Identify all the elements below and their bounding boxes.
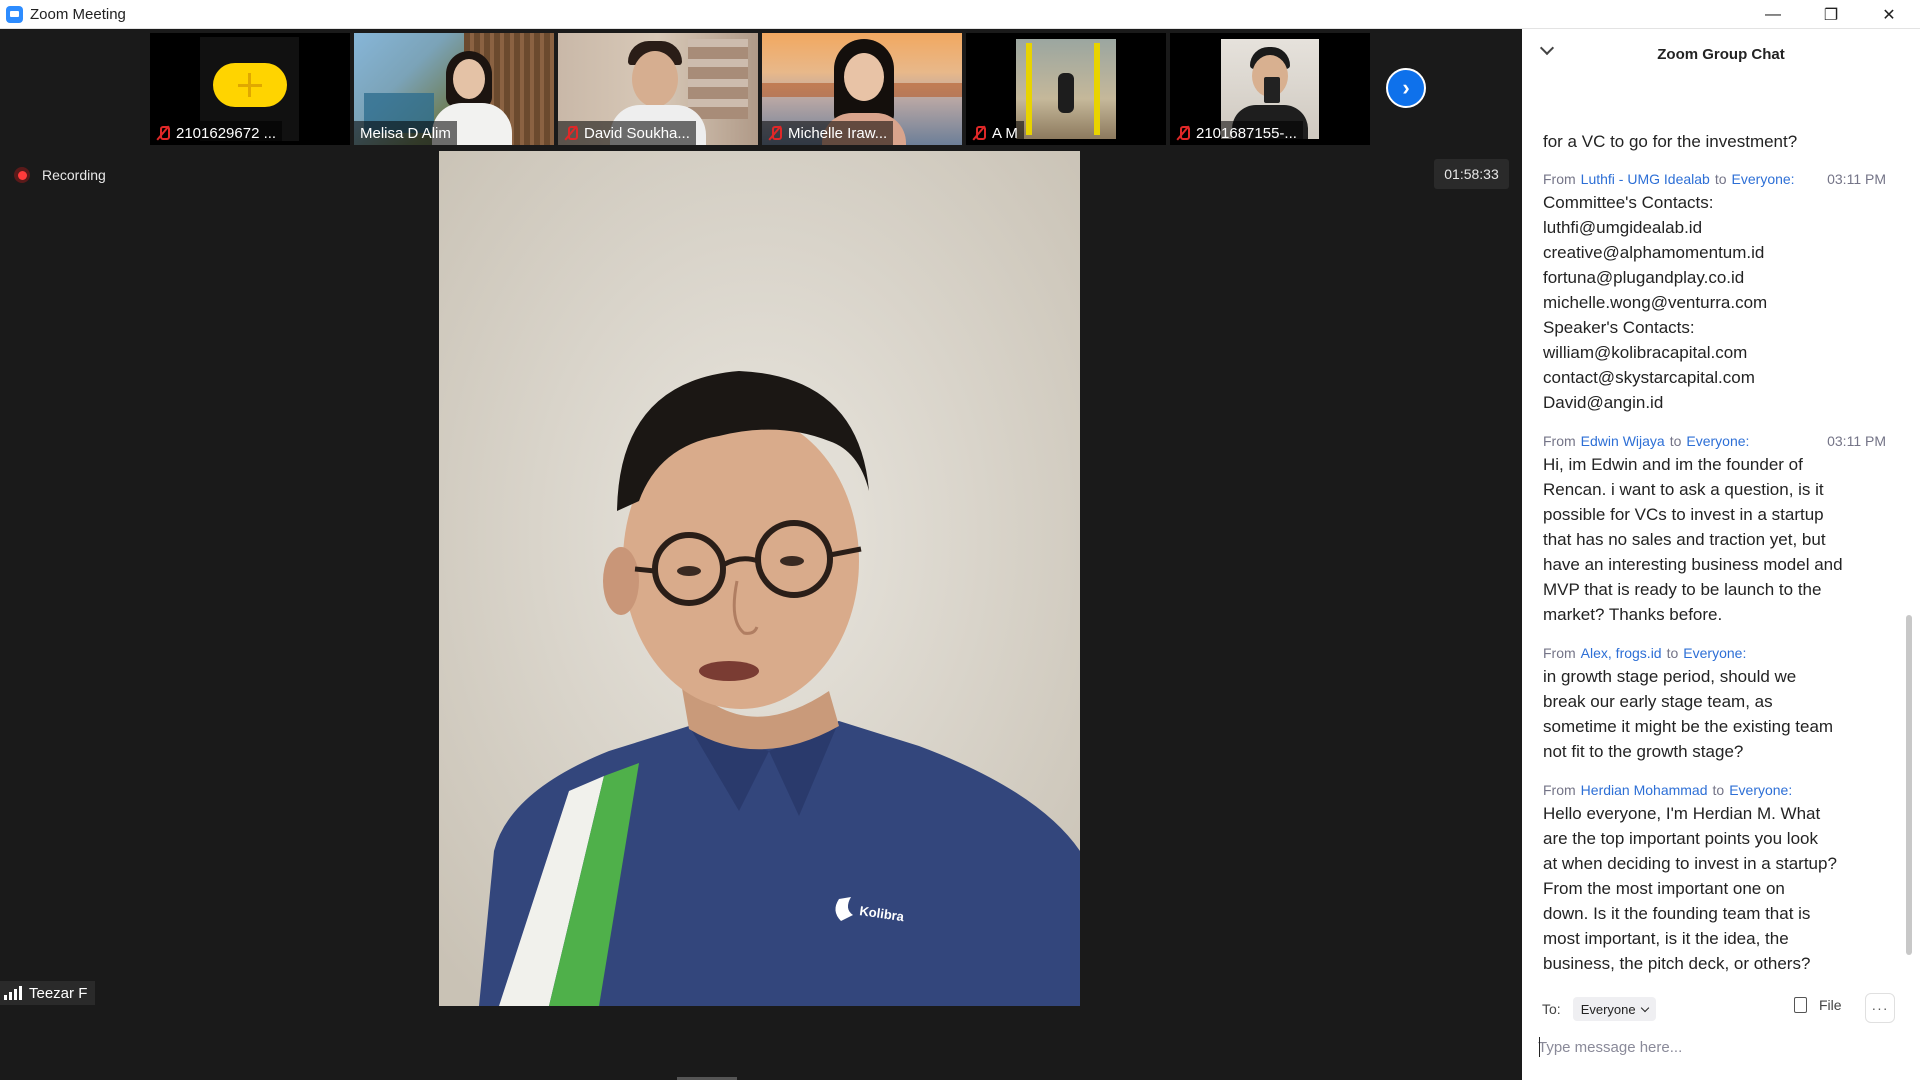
gallery-next-button[interactable]: › (1386, 68, 1426, 108)
mic-muted-icon (156, 125, 170, 141)
file-label: File (1819, 997, 1842, 1013)
recording-label: Recording (42, 167, 106, 183)
participant-tile[interactable]: 2101629672 ... (150, 33, 350, 145)
to-label: To: (1542, 1001, 1561, 1017)
zoom-logo-icon (6, 5, 23, 23)
message-sender[interactable]: Alex, frogs.id (1581, 645, 1662, 661)
close-button[interactable]: ✕ (1860, 0, 1918, 29)
speaker-figure: Kolibra (439, 151, 1080, 1006)
chat-header: Zoom Group Chat (1522, 29, 1920, 79)
message-text: for a VC to go for the investment? (1543, 132, 1798, 151)
active-speaker-name: Teezar F (0, 981, 96, 1005)
record-icon (14, 167, 30, 183)
participant-tile[interactable]: A M (966, 33, 1166, 145)
participant-name-bar: Melisa D Alim (354, 121, 457, 145)
minimize-button[interactable]: — (1744, 0, 1802, 29)
message-sender[interactable]: Edwin Wijaya (1581, 433, 1665, 449)
message-recipient[interactable]: Everyone: (1686, 433, 1749, 449)
chat-scrollbar[interactable] (1906, 85, 1912, 955)
recipient-row: To: Everyone (1542, 997, 1656, 1021)
maximize-button[interactable]: ❐ (1802, 0, 1860, 29)
gallery-strip: 2101629672 ... Melisa D Alim David Soukh… (150, 33, 1370, 145)
participant-tile[interactable]: 2101687155-... (1170, 33, 1370, 145)
participant-name: Michelle Iraw... (788, 124, 888, 142)
participant-tile[interactable]: Michelle Iraw... (762, 33, 962, 145)
more-options-button[interactable]: ··· (1865, 993, 1895, 1023)
message-input[interactable] (1538, 1033, 1898, 1061)
mic-muted-icon (564, 125, 578, 141)
chevron-right-icon: › (1402, 75, 1410, 100)
participant-name: A M (992, 124, 1018, 142)
file-icon (1794, 997, 1807, 1013)
participant-tile[interactable]: David Soukha... (558, 33, 758, 145)
message-text: in growth stage period, should we break … (1543, 667, 1834, 761)
message-meta: From Luthfi - UMG Idealab to Everyone: 03:11… (1543, 171, 1886, 187)
window-title: Zoom Meeting (30, 5, 126, 23)
participant-name: 2101687155-... (1196, 124, 1297, 142)
chat-composer: To: Everyone File ··· (1522, 979, 1920, 1080)
message-meta: From Herdian Mohammad to Everyone: (1543, 782, 1793, 798)
mic-muted-icon (1176, 125, 1190, 141)
message-meta: From Edwin Wijaya to Everyone: 03:11 PM (1543, 433, 1886, 449)
meeting-stage: 2101629672 ... Melisa D Alim David Soukh… (0, 29, 1520, 1080)
scrollbar-thumb[interactable] (1906, 615, 1912, 955)
message-time: 03:11 PM (1827, 433, 1886, 449)
mic-muted-icon (972, 125, 986, 141)
message-text: Hello everyone, I'm Herdian M. What are … (1543, 804, 1837, 973)
message-sender[interactable]: Luthfi - UMG Idealab (1581, 171, 1710, 187)
participant-name-bar: 2101629672 ... (150, 121, 283, 145)
text-cursor (1539, 1037, 1540, 1057)
message-time: 03:11 PM (1827, 171, 1886, 187)
message-text: Hi, im Edwin and im the founder of Renca… (1543, 455, 1843, 624)
signal-strength-icon (4, 986, 22, 1000)
participant-name-bar: A M (966, 121, 1024, 145)
chat-message: From Luthfi - UMG Idealab to Everyone: 03:11… (1522, 168, 1906, 415)
participant-tile[interactable]: Melisa D Alim (354, 33, 554, 145)
speaker-name-label: Teezar F (29, 984, 88, 1002)
chat-message: for a VC to go for the investment? (1522, 79, 1906, 154)
participant-name: David Soukha... (584, 124, 690, 142)
chat-message: From Alex, frogs.id to Everyone: in growth … (1522, 642, 1906, 764)
participant-name-bar: Michelle Iraw... (762, 121, 894, 145)
participant-name-bar: 2101687155-... (1170, 121, 1303, 145)
chat-title: Zoom Group Chat (1657, 45, 1785, 63)
recipient-select[interactable]: Everyone (1572, 997, 1656, 1021)
participant-name-bar: David Soukha... (558, 121, 696, 145)
chat-panel: Zoom Group Chat for a VC to go for the i… (1522, 29, 1920, 1080)
file-button[interactable]: File (1794, 997, 1842, 1013)
message-sender[interactable]: Herdian Mohammad (1581, 782, 1708, 798)
message-recipient[interactable]: Everyone: (1732, 171, 1795, 187)
chat-message: From Edwin Wijaya to Everyone: 03:11 PM Hi, … (1522, 430, 1906, 627)
message-recipient[interactable]: Everyone: (1729, 782, 1792, 798)
active-speaker-video[interactable]: Kolibra (439, 151, 1080, 1006)
chevron-down-icon (1640, 1003, 1649, 1012)
participant-name: Melisa D Alim (360, 124, 451, 142)
message-recipient[interactable]: Everyone: (1683, 645, 1746, 661)
chat-message: From Herdian Mohammad to Everyone: Hello ev… (1522, 779, 1906, 976)
recording-indicator[interactable]: Recording (14, 167, 106, 183)
chat-message-list[interactable]: for a VC to go for the investment? From L… (1522, 79, 1906, 984)
mic-muted-icon (768, 125, 782, 141)
chevron-down-icon[interactable] (1539, 40, 1555, 56)
message-meta: From Alex, frogs.id to Everyone: (1543, 645, 1747, 661)
participant-name: 2101629672 ... (176, 124, 277, 142)
message-text: Committee's Contacts: luthfi@umgidealab.… (1543, 193, 1768, 412)
recipient-value: Everyone (1580, 1001, 1636, 1017)
title-bar: Zoom Meeting (0, 0, 1920, 29)
meeting-timer: 01:58:33 (1434, 159, 1509, 189)
